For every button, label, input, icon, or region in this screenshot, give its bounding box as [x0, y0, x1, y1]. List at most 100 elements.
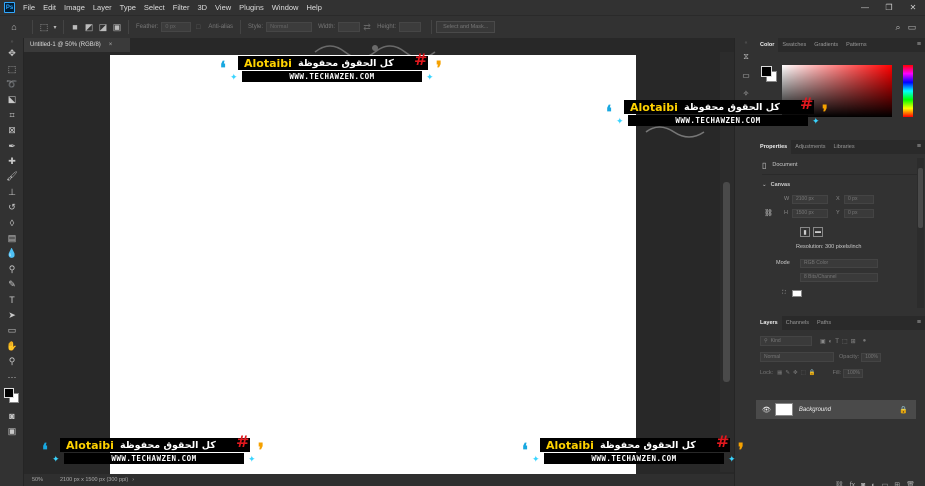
- tab-channels[interactable]: Channels: [782, 316, 813, 330]
- screen-mode-icon[interactable]: ▣: [0, 424, 24, 439]
- opacity-field[interactable]: 100%: [861, 352, 882, 362]
- canvas-section-header[interactable]: ⌄ Canvas: [762, 179, 919, 191]
- tab-swatches[interactable]: Swatches: [778, 38, 810, 52]
- history-panel-icon[interactable]: ⧖: [735, 48, 757, 66]
- scrollbar-thumb[interactable]: [918, 168, 923, 228]
- clone-stamp-tool-icon[interactable]: ⊥: [0, 185, 24, 200]
- dodge-tool-icon[interactable]: ⚲: [0, 261, 24, 276]
- workspace-icon[interactable]: ▭: [905, 20, 919, 34]
- kind-filter-select[interactable]: ⚲ Kind: [760, 336, 812, 346]
- marquee-preset-icon[interactable]: ⬚: [37, 20, 51, 34]
- panel-menu-icon[interactable]: ≡: [917, 319, 921, 326]
- pen-tool-icon[interactable]: ✎: [0, 277, 24, 292]
- tab-paths[interactable]: Paths: [813, 316, 835, 330]
- scrollbar-thumb[interactable]: [723, 182, 730, 382]
- canvas-color-swatch[interactable]: [791, 289, 802, 297]
- status-arrow-icon[interactable]: ›: [132, 477, 134, 483]
- home-icon[interactable]: ⌂: [0, 20, 28, 34]
- landscape-icon[interactable]: ▬: [813, 227, 823, 237]
- adjustment-layer-icon[interactable]: ◐: [871, 482, 875, 486]
- lasso-tool-icon[interactable]: ➰: [0, 77, 24, 92]
- height-field[interactable]: 1500 px: [792, 208, 828, 218]
- width-field[interactable]: [338, 22, 361, 32]
- new-layer-icon[interactable]: ⊞: [894, 481, 900, 486]
- path-selection-tool-icon[interactable]: ➤: [0, 308, 24, 323]
- panel-menu-icon[interactable]: ≡: [917, 143, 921, 150]
- object-selection-tool-icon[interactable]: ⬕: [0, 92, 24, 107]
- select-and-mask-button[interactable]: Select and Mask...: [436, 21, 496, 33]
- new-group-icon[interactable]: ▭: [882, 481, 889, 486]
- tab-color[interactable]: Color: [756, 38, 779, 52]
- type-tool-icon[interactable]: T: [0, 292, 24, 307]
- search-icon[interactable]: ⌕: [891, 20, 905, 34]
- filter-icons[interactable]: ▣◐T⬚⊞: [820, 338, 859, 345]
- antialias-checkbox[interactable]: ☐: [191, 20, 205, 34]
- eraser-tool-icon[interactable]: ◊: [0, 215, 24, 230]
- frame-tool-icon[interactable]: ⊠: [0, 123, 24, 138]
- swap-icon[interactable]: ⇄: [360, 20, 374, 34]
- quick-mask-icon[interactable]: ◙: [0, 409, 24, 424]
- hand-tool-icon[interactable]: ✋: [0, 338, 24, 353]
- menu-filter[interactable]: Filter: [169, 0, 194, 15]
- minimize-icon[interactable]: —: [853, 0, 877, 15]
- blur-tool-icon[interactable]: 💧: [0, 246, 24, 261]
- tab-gradients[interactable]: Gradients: [810, 38, 842, 52]
- feather-field[interactable]: 0 px: [161, 22, 192, 32]
- x-field[interactable]: 0 px: [844, 194, 874, 204]
- layer-style-icon[interactable]: fx: [850, 482, 855, 486]
- fill-field[interactable]: 100%: [843, 368, 864, 378]
- tab-patterns[interactable]: Patterns: [842, 38, 870, 52]
- style-select[interactable]: Normal: [266, 22, 313, 32]
- add-mask-icon[interactable]: ◙: [861, 482, 865, 486]
- subtract-selection-icon[interactable]: ◪: [96, 20, 110, 34]
- marquee-tool-icon[interactable]: ⬚: [0, 61, 24, 76]
- add-selection-icon[interactable]: ◩: [82, 20, 96, 34]
- zoom-level[interactable]: 50%: [32, 477, 60, 483]
- delete-layer-icon[interactable]: 🗑: [906, 481, 915, 486]
- properties-scrollbar[interactable]: [917, 158, 924, 308]
- tab-adjustments[interactable]: Adjustments: [791, 140, 829, 154]
- menu-window[interactable]: Window: [268, 0, 303, 15]
- foreground-color-swatch[interactable]: [4, 387, 14, 398]
- menu-help[interactable]: Help: [302, 0, 325, 15]
- close-tab-icon[interactable]: ×: [109, 42, 113, 48]
- panel-collapse-icon[interactable]: «: [735, 38, 757, 48]
- chevron-down-icon[interactable]: ▾: [51, 20, 59, 34]
- blend-mode-select[interactable]: Normal: [760, 352, 834, 362]
- comments-panel-icon[interactable]: ▭: [735, 66, 757, 84]
- crop-tool-icon[interactable]: ⌗: [0, 108, 24, 123]
- width-field[interactable]: 2100 px: [792, 194, 828, 204]
- tab-libraries[interactable]: Libraries: [829, 140, 858, 154]
- menu-layer[interactable]: Layer: [89, 0, 116, 15]
- eyedropper-tool-icon[interactable]: ✒: [0, 138, 24, 153]
- menu-image[interactable]: Image: [60, 0, 89, 15]
- zoom-tool-icon[interactable]: ⚲: [0, 354, 24, 369]
- brush-tool-icon[interactable]: 🖌: [0, 169, 24, 184]
- panel-collapse-icon[interactable]: »: [0, 38, 24, 46]
- mode-select[interactable]: RGB Color: [800, 258, 878, 268]
- lock-icon[interactable]: 🔒: [899, 406, 908, 414]
- rectangle-tool-icon[interactable]: ▭: [0, 323, 24, 338]
- layer-name[interactable]: Background: [799, 407, 831, 413]
- healing-brush-tool-icon[interactable]: ✚: [0, 154, 24, 169]
- foreground-color-swatch[interactable]: [761, 66, 772, 77]
- link-layers-icon[interactable]: ⛓: [835, 481, 844, 486]
- menu-select[interactable]: Select: [140, 0, 169, 15]
- layer-row-background[interactable]: 👁 Background 🔒: [756, 400, 916, 419]
- new-selection-icon[interactable]: ■: [68, 20, 82, 34]
- close-icon[interactable]: ✕: [901, 0, 925, 15]
- tab-properties[interactable]: Properties: [756, 140, 792, 154]
- intersect-selection-icon[interactable]: ▣: [110, 20, 124, 34]
- y-field[interactable]: 0 px: [844, 208, 874, 218]
- menu-view[interactable]: View: [211, 0, 235, 15]
- maximize-icon[interactable]: ❐: [877, 0, 901, 15]
- more-tools-icon[interactable]: ···: [0, 369, 24, 384]
- menu-3d[interactable]: 3D: [193, 0, 211, 15]
- history-brush-tool-icon[interactable]: ↺: [0, 200, 24, 215]
- visibility-eye-icon[interactable]: 👁: [762, 406, 771, 414]
- menu-file[interactable]: File: [19, 0, 39, 15]
- lock-icons[interactable]: ▦✎✥⬚🔒: [777, 370, 818, 376]
- tab-layers[interactable]: Layers: [756, 316, 782, 330]
- filter-toggle-icon[interactable]: ●: [863, 338, 867, 344]
- document-canvas[interactable]: [110, 55, 636, 474]
